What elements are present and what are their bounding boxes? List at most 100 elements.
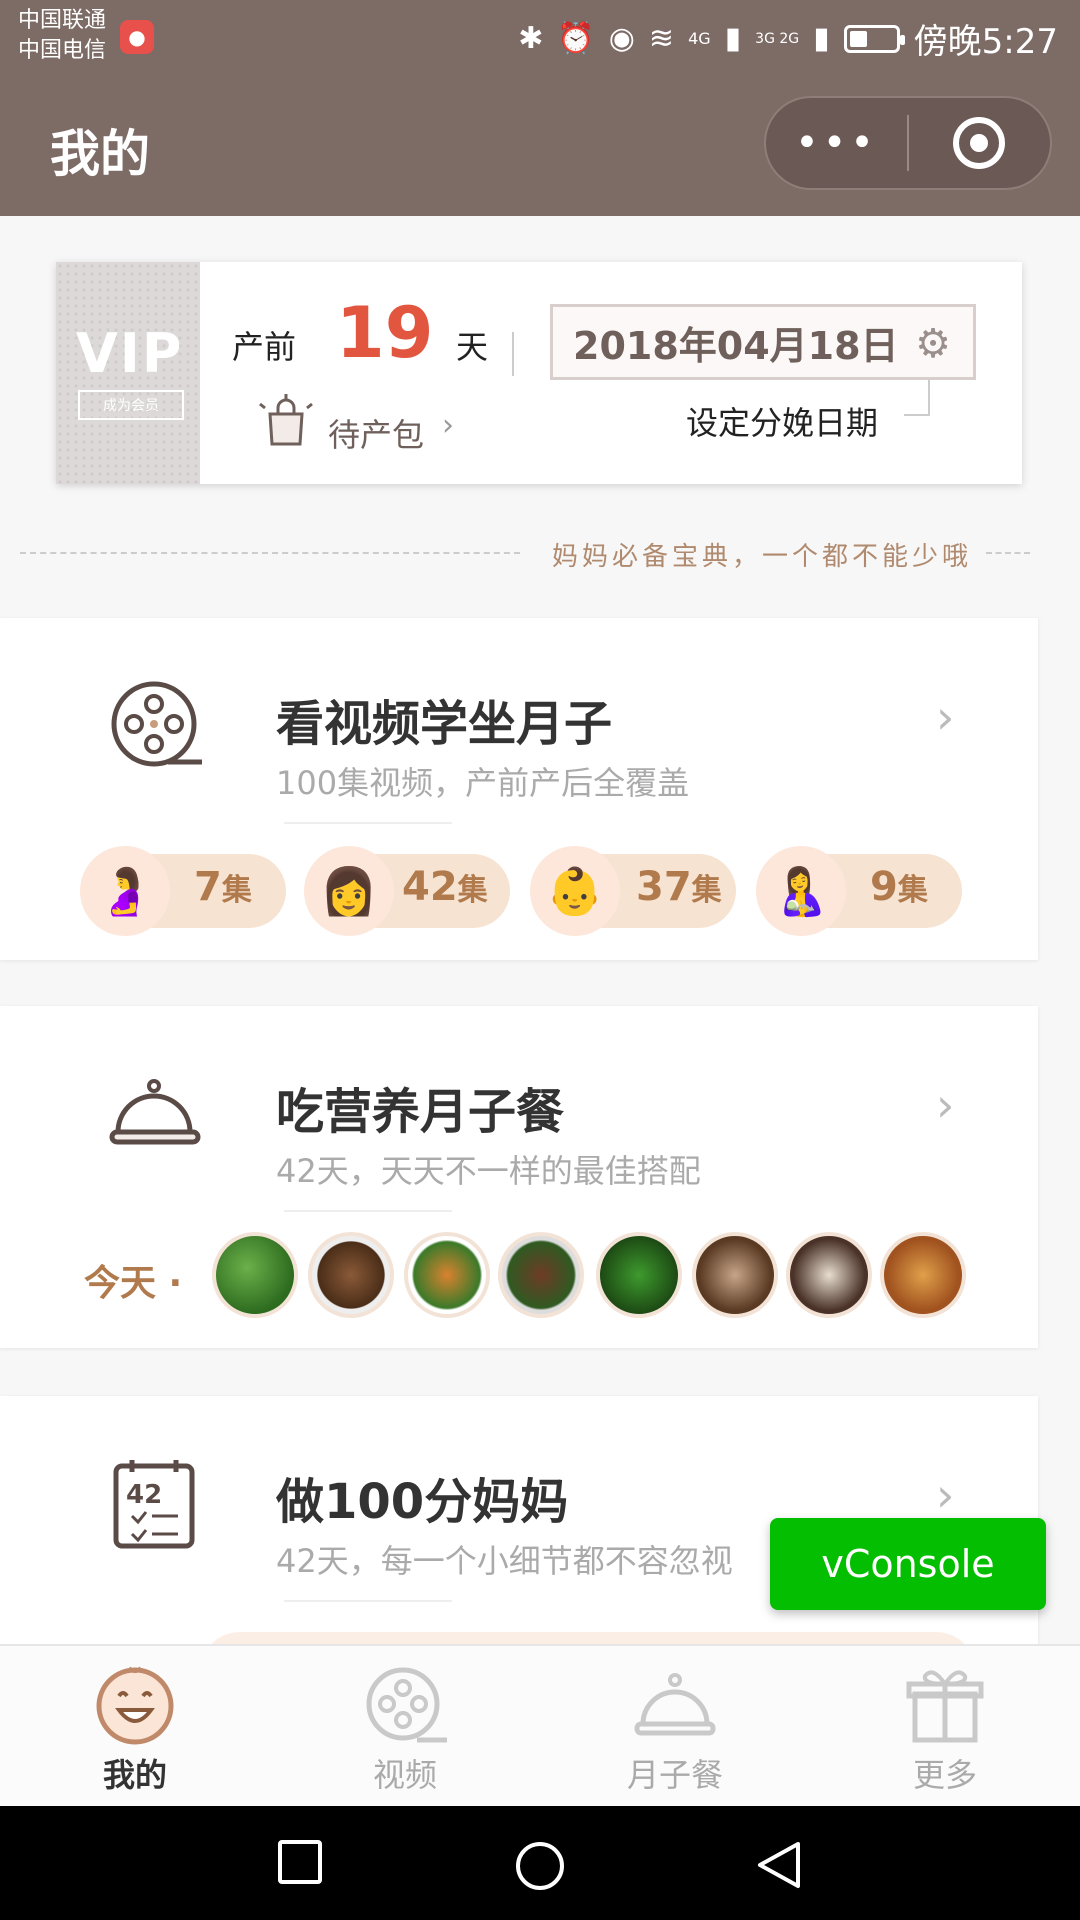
tab-label: 月子餐: [626, 1756, 723, 1794]
vertical-divider: [512, 332, 514, 376]
eye-icon: ◉: [608, 21, 635, 56]
dish-image[interactable]: [404, 1232, 490, 1318]
miniprogram-capsule: •••: [764, 96, 1052, 190]
hint-connector: [904, 380, 930, 416]
more-menu-button[interactable]: •••: [766, 98, 907, 188]
close-miniprogram-button[interactable]: [909, 98, 1050, 188]
film-reel-icon: [111, 681, 202, 767]
dish-image[interactable]: [212, 1232, 298, 1318]
section-subtitle: 42天，每一个小细节都不容忽视: [276, 1542, 733, 1580]
progress-banner: [200, 1632, 976, 1644]
dish-image[interactable]: [880, 1232, 966, 1318]
section-underline: [284, 1600, 452, 1602]
system-nav-bar: [0, 1806, 1080, 1920]
vip-text: VIP: [76, 322, 184, 385]
film-reel-icon: [366, 1667, 447, 1743]
carrier-info: 中国联通 中国电信: [18, 6, 106, 66]
prenatal-bag-link[interactable]: 待产包: [328, 410, 424, 456]
episode-pill-pregnancy[interactable]: 🤰 7集: [80, 846, 286, 936]
chevron-right-icon[interactable]: ›: [936, 1468, 954, 1522]
vconsole-button[interactable]: vConsole: [770, 1518, 1046, 1610]
tab-label: 视频: [372, 1756, 437, 1794]
notification-app-icon: ●: [120, 20, 154, 54]
back-triangle-icon[interactable]: [756, 1840, 802, 1890]
status-time: 傍晚5:27: [913, 22, 1058, 62]
status-icons: ✱ ⏰ ◉ ≋ 4G ▮ 3G 2G ▮ 傍晚5:27: [518, 14, 1058, 63]
section-divider: 妈妈必备宝典，一个都不能少哦: [20, 532, 1030, 572]
tab-meal[interactable]: 月子餐: [540, 1646, 810, 1808]
shopping-bag-icon: [259, 394, 313, 446]
due-date-field[interactable]: 2018年04月18日 ⚙: [550, 304, 976, 380]
section-underline: [284, 822, 452, 824]
battery-icon: [843, 24, 905, 53]
today-label: 今天 ·: [84, 1263, 183, 1304]
episode-unit: 集: [691, 873, 722, 908]
wifi-icon: ≋: [648, 21, 675, 56]
episode-count: 7: [194, 864, 222, 910]
section-underline: [284, 1210, 452, 1212]
tab-label: 我的: [102, 1756, 167, 1794]
episode-count: 42: [402, 864, 458, 910]
episode-pill-breastfeed[interactable]: 🤱 9集: [756, 846, 962, 936]
page-title: 我的: [50, 125, 150, 183]
episode-count: 9: [870, 864, 898, 910]
status-bar: 中国联通 中国电信 ● ✱ ⏰ ◉ ≋ 4G ▮ 3G 2G ▮ 傍晚5:27: [0, 0, 1080, 72]
episode-unit: 集: [221, 873, 252, 908]
episode-count: 37: [636, 864, 692, 910]
dish-image[interactable]: [692, 1232, 778, 1318]
section-subtitle: 100集视频，产前产后全覆盖: [276, 764, 690, 802]
baby-icon: 👶: [530, 846, 620, 936]
video-section[interactable]: 看视频学坐月子 100集视频，产前产后全覆盖 › 🤰 7集 👩 42集 👶 37…: [0, 618, 1038, 960]
food-cloche-icon: [109, 1079, 201, 1145]
signal-icon: ▮: [724, 21, 742, 56]
bluetooth-icon: ✱: [518, 21, 544, 56]
pregnant-belly-icon: 🤰: [80, 846, 170, 936]
divider-text: 妈妈必备宝典，一个都不能少哦: [552, 542, 973, 572]
home-circle-icon[interactable]: [514, 1840, 566, 1892]
section-title: 看视频学坐月子: [276, 696, 613, 752]
tab-label: 更多: [912, 1756, 977, 1794]
section-title: 做100分妈妈: [276, 1474, 569, 1530]
section-title: 吃营养月子餐: [276, 1084, 565, 1140]
chevron-right-icon[interactable]: ›: [936, 690, 954, 744]
dish-image[interactable]: [596, 1232, 682, 1318]
vip-sub-label: 成为会员: [78, 390, 184, 420]
days-unit: 天: [456, 328, 489, 366]
main-content[interactable]: VIP 成为会员 产前 19 天 2018年04月18日 ⚙ 设定分娩日期 待产…: [0, 216, 1080, 1644]
nav-bar: 我的 •••: [0, 72, 1080, 216]
dish-image[interactable]: [498, 1232, 584, 1318]
pre-label: 产前: [232, 328, 297, 366]
carrier-2: 中国电信: [18, 38, 107, 63]
signal-2-icon: ▮: [813, 21, 830, 56]
chevron-right-icon[interactable]: ›: [936, 1078, 954, 1132]
gift-icon: [906, 1670, 984, 1743]
target-icon: [953, 117, 1006, 169]
tab-mine[interactable]: 我的: [0, 1646, 270, 1808]
recent-apps-icon[interactable]: [278, 1840, 322, 1884]
section-subtitle: 42天，天天不一样的最佳搭配: [276, 1152, 701, 1190]
network-label-2: 3G 2G: [755, 30, 800, 47]
due-date-value: 2018年04月18日: [573, 323, 899, 368]
dish-image[interactable]: [308, 1232, 394, 1318]
tab-bar: 我的 视频 月子餐 更多: [0, 1644, 1080, 1806]
due-date-card: VIP 成为会员 产前 19 天 2018年04月18日 ⚙ 设定分娩日期 待产…: [56, 262, 1022, 484]
set-date-hint: 设定分娩日期: [686, 404, 879, 442]
episode-pill-confinement[interactable]: 👩 42集: [304, 846, 510, 936]
meal-section[interactable]: 吃营养月子餐 42天，天天不一样的最佳搭配 › 今天 ·: [0, 1006, 1038, 1348]
calendar-number: 42: [126, 1480, 163, 1510]
vip-badge[interactable]: VIP 成为会员: [56, 262, 200, 484]
gear-icon[interactable]: ⚙: [915, 321, 951, 367]
chevron-right-icon: ›: [442, 408, 454, 443]
tab-video[interactable]: 视频: [270, 1646, 540, 1808]
dish-image[interactable]: [786, 1232, 872, 1318]
episode-unit: 集: [457, 873, 488, 908]
breastfeeding-icon: 🤱: [756, 846, 846, 936]
mother-face-icon: 👩: [304, 846, 394, 936]
episode-pill-baby[interactable]: 👶 37集: [530, 846, 736, 936]
alarm-icon: ⏰: [557, 21, 595, 56]
smile-face-icon: [96, 1666, 174, 1745]
food-cloche-icon: [634, 1673, 716, 1736]
carrier-1: 中国联通: [18, 8, 107, 33]
episode-unit: 集: [897, 873, 928, 908]
tab-more[interactable]: 更多: [810, 1646, 1080, 1808]
